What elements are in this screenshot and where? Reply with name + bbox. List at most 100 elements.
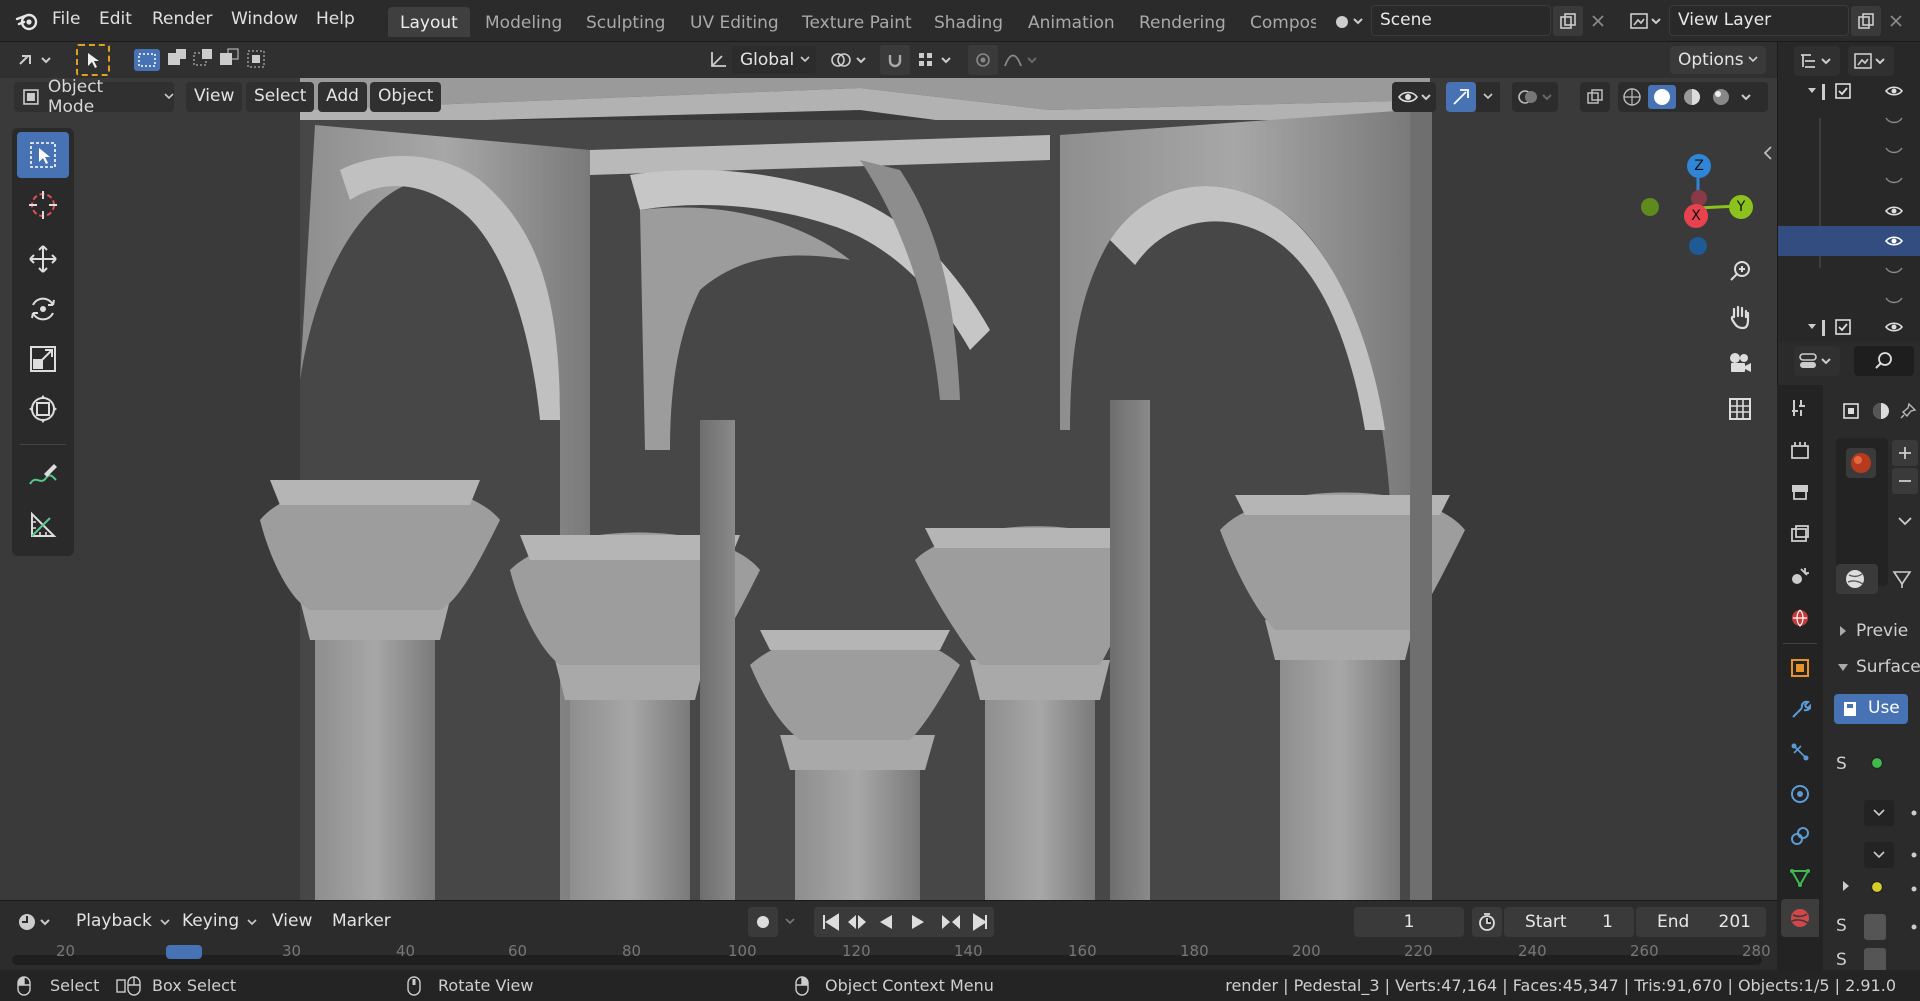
outliner-row-selected[interactable] [1778, 226, 1920, 256]
outliner-filter-icon[interactable] [1848, 46, 1894, 76]
dropdown-icon[interactable] [1864, 842, 1894, 868]
camera-icon[interactable] [1720, 343, 1760, 383]
playhead[interactable] [166, 945, 202, 959]
gizmo-dropdown-icon[interactable] [1476, 82, 1500, 112]
pan-hand-icon[interactable] [1720, 297, 1760, 337]
tab-layout[interactable]: Layout [388, 7, 470, 37]
proportional-edit-icon[interactable] [968, 45, 998, 75]
overlays-icon[interactable] [1512, 82, 1558, 112]
outliner-row[interactable] [1778, 314, 1920, 342]
select-tool-icon[interactable] [76, 44, 110, 76]
timeline-editor-type-icon[interactable] [12, 907, 58, 937]
slot-specials-icon[interactable] [1892, 508, 1918, 534]
outliner-row[interactable] [1778, 136, 1920, 166]
scale-icon[interactable] [17, 336, 69, 382]
properties-editor-type-icon[interactable] [1794, 346, 1840, 376]
use-preview-range-icon[interactable] [1472, 907, 1502, 937]
start-frame-field[interactable]: Start 1 [1504, 907, 1634, 937]
outliner-row[interactable] [1778, 196, 1920, 226]
annotate-icon[interactable] [17, 452, 69, 498]
copy-scene-icon[interactable] [1553, 6, 1583, 36]
menu-file[interactable]: File [52, 9, 80, 29]
sidebar-toggle-icon[interactable] [1760, 138, 1776, 168]
outliner-display-mode-icon[interactable] [1794, 46, 1840, 76]
snap-target-icon[interactable] [912, 45, 960, 75]
mode-dropdown[interactable]: Object Mode [14, 78, 174, 117]
tab-texture-paint[interactable]: Texture Paint [790, 7, 924, 37]
outliner-row[interactable] [1778, 78, 1920, 106]
pin-icon[interactable] [1896, 396, 1920, 426]
view-layer-field[interactable]: View Layer [1669, 5, 1849, 36]
measure-icon[interactable] [17, 502, 69, 548]
menu-render[interactable]: Render [152, 9, 213, 29]
menu-help[interactable]: Help [316, 9, 355, 29]
options-dropdown[interactable]: Options [1670, 46, 1766, 74]
remove-slot-icon[interactable] [1892, 468, 1918, 494]
tool-tab-icon[interactable] [1785, 393, 1815, 423]
selection-mode-group[interactable] [132, 45, 272, 75]
use-nodes-button[interactable]: Use [1834, 694, 1908, 724]
expand-arrow-icon[interactable] [1834, 874, 1858, 898]
world-tab-icon[interactable] [1785, 603, 1815, 633]
outliner-row[interactable] [1778, 256, 1920, 286]
surface-panel-header[interactable]: Surface [1834, 654, 1920, 680]
output-tab-icon[interactable] [1785, 477, 1815, 507]
navigation-gizmo[interactable]: Z Y X [1598, 128, 1758, 258]
outliner-row[interactable] [1778, 106, 1920, 136]
close-icon[interactable] [1883, 6, 1909, 36]
material-preview-icon[interactable] [1866, 396, 1896, 426]
tab-uv-editing[interactable]: UV Editing [678, 7, 791, 37]
cursor-icon[interactable] [17, 182, 69, 228]
scene-tab-icon[interactable] [1785, 561, 1815, 591]
scene-selector-icon[interactable] [1329, 6, 1369, 36]
shader-socket-icon[interactable] [1864, 750, 1890, 776]
timeline-view-menu[interactable]: View [264, 907, 321, 937]
scene-name-field[interactable]: Scene [1371, 5, 1551, 36]
record-icon[interactable] [748, 907, 778, 937]
viewport-menu-view[interactable]: View [186, 82, 243, 112]
view-layer-selector-icon[interactable] [1622, 6, 1668, 36]
properties-search-icon[interactable] [1854, 346, 1914, 376]
shading-mode-group[interactable] [1618, 82, 1768, 112]
tab-modeling[interactable]: Modeling [473, 7, 574, 37]
grid-view-icon[interactable] [1720, 389, 1760, 429]
tab-animation[interactable]: Animation [1016, 7, 1127, 37]
tab-shading[interactable]: Shading [922, 7, 1015, 37]
gizmo-z-axis[interactable]: Z [1687, 154, 1711, 178]
material-tab-icon[interactable] [1781, 899, 1819, 937]
outliner-row[interactable] [1778, 166, 1920, 196]
color-swatch[interactable] [1864, 948, 1886, 970]
record-dropdown-icon[interactable] [778, 907, 802, 937]
rotate-icon[interactable] [17, 286, 69, 332]
view-layer-tab-icon[interactable] [1785, 519, 1815, 549]
tab-sculpting[interactable]: Sculpting [574, 7, 677, 37]
viewport-menu-object[interactable]: Object [370, 82, 442, 112]
node-tree-icon[interactable] [1886, 564, 1918, 594]
tab-rendering[interactable]: Rendering [1127, 7, 1238, 37]
render-tab-icon[interactable] [1785, 435, 1815, 465]
gizmo-x-axis[interactable]: X [1684, 204, 1708, 228]
transform-icon[interactable] [17, 386, 69, 432]
editor-type-icon[interactable] [12, 45, 60, 75]
orientation-dropdown[interactable]: Global [732, 46, 816, 74]
3d-viewport[interactable]: Object Mode View Select Add Object Z Y X [0, 78, 1777, 900]
keying-menu[interactable]: Keying [174, 907, 264, 937]
constraints-tab-icon[interactable] [1785, 821, 1815, 851]
tool-select-box[interactable] [17, 132, 69, 178]
end-frame-field[interactable]: End 201 [1636, 907, 1766, 937]
particles-tab-icon[interactable] [1785, 737, 1815, 767]
viewport-menu-select[interactable]: Select [246, 82, 315, 112]
visibility-dropdown-icon[interactable] [1392, 82, 1436, 112]
material-slot-object-icon[interactable] [1836, 396, 1866, 426]
color-swatch[interactable] [1864, 914, 1886, 940]
tab-compositing[interactable]: Compos [1238, 7, 1316, 37]
close-icon[interactable] [1585, 6, 1611, 36]
snap-icon[interactable] [880, 45, 910, 75]
falloff-icon[interactable] [1000, 45, 1044, 75]
playback-controls[interactable] [814, 907, 994, 937]
outliner-row[interactable] [1778, 286, 1920, 316]
add-slot-icon[interactable] [1892, 440, 1918, 466]
xray-icon[interactable] [1580, 82, 1610, 112]
menu-window[interactable]: Window [231, 9, 298, 29]
marker-menu[interactable]: Marker [324, 907, 399, 937]
